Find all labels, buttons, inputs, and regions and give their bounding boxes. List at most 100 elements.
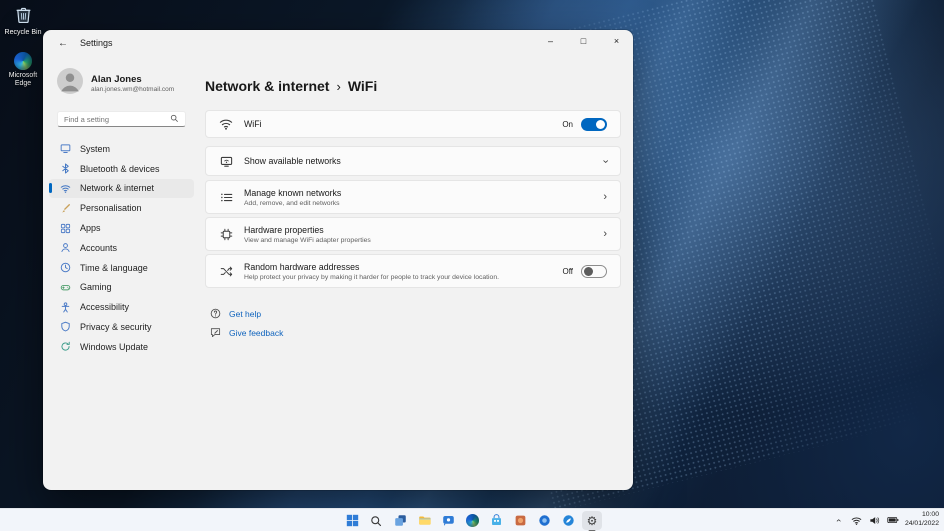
settings-sidebar: Alan Jones alan.jones.wm@hotmail.com — [43, 56, 200, 490]
edge-icon — [14, 52, 32, 70]
window-titlebar[interactable]: ← Settings – □ × — [43, 30, 633, 56]
desktop-icon-edge[interactable]: Microsoft Edge — [0, 52, 46, 89]
sidebar-item-privacy-security[interactable]: Privacy & security — [49, 317, 194, 336]
breadcrumb-parent[interactable]: Network & internet — [205, 78, 329, 94]
sidebar-item-label: Time & language — [80, 263, 148, 273]
wifi-toggle[interactable] — [581, 118, 607, 131]
tray-chevron-up-icon[interactable]: › — [833, 514, 845, 526]
sidebar-item-label: Network & internet — [80, 183, 154, 193]
minimize-button[interactable]: – — [534, 30, 567, 52]
sidebar-item-label: Apps — [80, 223, 101, 233]
search-input[interactable] — [64, 115, 166, 124]
edge-icon — [466, 514, 479, 527]
task-view-icon — [394, 514, 407, 527]
breadcrumb: Network & internet › WiFi — [205, 78, 621, 94]
sidebar-item-time-language[interactable]: Time & language — [49, 258, 194, 277]
row-subtitle: Help protect your privacy by making it h… — [244, 274, 499, 281]
windows-start-icon — [346, 514, 359, 527]
taskbar-search-button[interactable] — [366, 511, 386, 530]
taskbar-tray: › 10:00 24/01/2022 — [833, 509, 939, 531]
link-label: Get help — [229, 309, 261, 319]
avatar — [57, 68, 83, 99]
manage-known-networks-row[interactable]: Manage known networks Add, remove, and e… — [205, 180, 621, 214]
taskbar-start-button[interactable] — [342, 511, 362, 530]
desktop-icon-label: Microsoft Edge — [0, 72, 46, 89]
apps-icon — [59, 222, 71, 234]
taskbar-app-blue1-button[interactable] — [534, 511, 554, 530]
give-feedback-link[interactable]: Give feedback — [210, 327, 621, 338]
settings-window: ← Settings – □ × — [43, 30, 633, 490]
desktop-icon-recycle-bin[interactable]: Recycle Bin — [0, 5, 46, 38]
user-email: alan.jones.wm@hotmail.com — [91, 86, 174, 93]
bluetooth-icon — [59, 163, 71, 175]
row-title: Manage known networks — [244, 188, 341, 198]
list-icon — [219, 190, 233, 204]
page-title: WiFi — [348, 78, 377, 94]
taskbar-file-explorer-button[interactable] — [414, 511, 434, 530]
close-button[interactable]: × — [600, 30, 633, 52]
breadcrumb-separator-icon: › — [336, 79, 340, 94]
system-icon — [59, 143, 71, 155]
sidebar-item-accessibility[interactable]: Accessibility — [49, 298, 194, 317]
user-account[interactable]: Alan Jones alan.jones.wm@hotmail.com — [43, 62, 200, 107]
hardware-properties-row[interactable]: Hardware properties View and manage WiFi… — [205, 217, 621, 251]
maximize-button[interactable]: □ — [567, 30, 600, 52]
settings-main: Network & internet › WiFi WiFi On — [200, 56, 633, 490]
taskbar-edge-button[interactable] — [462, 511, 482, 530]
available-networks-icon — [219, 154, 233, 168]
get-help-link[interactable]: Get help — [210, 308, 621, 319]
window-title: Settings — [80, 38, 113, 48]
sidebar-item-windows-update[interactable]: Windows Update — [49, 337, 194, 356]
show-available-networks-row[interactable]: Show available networks › — [205, 146, 621, 176]
tray-battery-icon[interactable] — [887, 514, 899, 526]
sidebar-item-personalisation[interactable]: Personalisation — [49, 199, 194, 218]
sidebar-item-label: Accessibility — [80, 302, 129, 312]
settings-search[interactable] — [57, 111, 186, 127]
time-language-icon — [59, 262, 71, 274]
taskbar-center: ⚙ — [342, 510, 602, 531]
row-title: Random hardware addresses — [244, 262, 499, 272]
sidebar-item-network-internet[interactable]: Network & internet — [49, 179, 194, 198]
tray-network-icon[interactable] — [851, 514, 863, 526]
wifi-toggle-row: WiFi On — [205, 110, 621, 138]
accessibility-icon — [59, 301, 71, 313]
sidebar-item-system[interactable]: System — [49, 139, 194, 158]
sidebar-item-label: Accounts — [80, 243, 117, 253]
sidebar-item-bluetooth-devices[interactable]: Bluetooth & devices — [49, 159, 194, 178]
tray-clock[interactable]: 10:00 24/01/2022 — [905, 511, 939, 529]
search-icon — [370, 515, 382, 527]
taskbar: ⚙ › 10:00 24/01/2022 — [0, 508, 944, 531]
taskbar-task-view-button[interactable] — [390, 511, 410, 530]
chevron-down-icon: › — [600, 159, 611, 163]
wifi-icon — [219, 117, 233, 131]
taskbar-settings-button[interactable]: ⚙ — [582, 511, 602, 530]
back-button[interactable]: ← — [51, 34, 75, 52]
row-title: Show available networks — [244, 156, 341, 166]
random-addresses-toggle[interactable] — [581, 265, 607, 278]
sidebar-item-label: System — [80, 144, 110, 154]
user-name: Alan Jones — [91, 74, 174, 85]
row-title: Hardware properties — [244, 225, 371, 235]
sidebar-nav: System Bluetooth & devices Network & int… — [43, 139, 200, 357]
sidebar-item-label: Bluetooth & devices — [80, 164, 160, 174]
sidebar-item-label: Windows Update — [80, 342, 148, 352]
random-hardware-addresses-row: Random hardware addresses Help protect y… — [205, 254, 621, 288]
sidebar-item-gaming[interactable]: Gaming — [49, 278, 194, 297]
taskbar-app-orange-button[interactable] — [510, 511, 530, 530]
store-icon — [490, 514, 503, 527]
tray-volume-icon[interactable] — [869, 514, 881, 526]
personalisation-icon — [59, 202, 71, 214]
taskbar-store-button[interactable] — [486, 511, 506, 530]
sidebar-item-apps[interactable]: Apps — [49, 219, 194, 238]
recycle-bin-icon — [14, 5, 33, 27]
window-body: Alan Jones alan.jones.wm@hotmail.com — [43, 56, 633, 490]
feedback-icon — [210, 327, 221, 338]
windows-update-icon — [59, 341, 71, 353]
window-controls: – □ × — [534, 30, 633, 56]
sidebar-item-accounts[interactable]: Accounts — [49, 238, 194, 257]
taskbar-app-blue2-button[interactable] — [558, 511, 578, 530]
gear-icon: ⚙ — [587, 515, 598, 527]
network-icon — [59, 182, 71, 194]
sidebar-item-label: Privacy & security — [80, 322, 152, 332]
taskbar-chat-button[interactable] — [438, 511, 458, 530]
